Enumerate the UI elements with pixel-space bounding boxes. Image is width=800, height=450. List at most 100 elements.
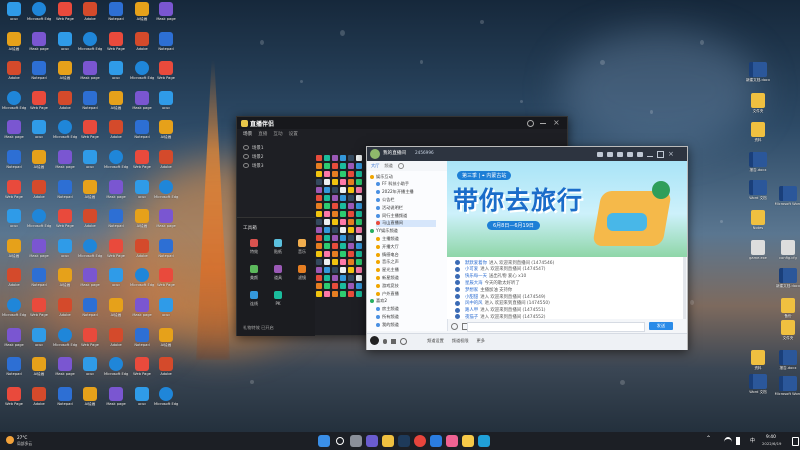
channel-tree-item[interactable]: 我的频道 [376, 321, 399, 328]
channel-tree-item[interactable]: 喜欢2 [370, 298, 387, 305]
desktop-shortcut[interactable]: ucuc [154, 90, 178, 121]
desktop-shortcut[interactable]: Web Page [104, 31, 128, 62]
desktop-shortcut[interactable]: Web Page [53, 209, 77, 239]
desktop-shortcut[interactable]: Notepad [78, 298, 102, 328]
desktop-shortcut[interactable]: Notepad [78, 90, 102, 121]
desktop-shortcut[interactable]: Adobe [27, 179, 51, 210]
headset-icon[interactable] [400, 338, 407, 345]
channel-tree-item[interactable]: YY娱乐频道 [370, 228, 398, 235]
desktop-shortcut[interactable]: ucuc [78, 357, 102, 387]
mic-icon[interactable] [383, 339, 387, 344]
desktop-shortcut[interactable]: Microsoft Edge [154, 179, 178, 210]
desktop-shortcut[interactable]: ucuc [2, 2, 26, 32]
desktop-shortcut[interactable]: ucuc [104, 61, 128, 91]
desktop-shortcut[interactable]: Mask page [53, 150, 77, 180]
tool-button[interactable]: 连线 [243, 289, 265, 311]
minimize-icon[interactable] [540, 123, 546, 124]
desktop-shortcut[interactable]: Word 文档 [742, 374, 774, 408]
channel-tree-item[interactable]: 活动说明栏 [376, 204, 403, 211]
desktop-shortcut[interactable]: Web Page [154, 268, 178, 298]
notification-icon[interactable] [792, 437, 799, 446]
eye-icon[interactable] [243, 154, 249, 159]
channel-tree-item[interactable]: 情感电台 [376, 251, 399, 258]
desktop-shortcut[interactable]: Adobe [104, 120, 128, 150]
desktop-shortcut[interactable]: Notepad [53, 179, 77, 210]
desktop-shortcut[interactable]: Mask page [154, 209, 178, 239]
desktop-shortcut[interactable]: Ai绘画 [104, 90, 128, 121]
tool-button[interactable]: PK [267, 289, 289, 311]
chat-app-icon[interactable] [366, 435, 378, 447]
emoji-icon[interactable] [451, 323, 458, 330]
weather-desc[interactable]: 局部多云 [17, 441, 32, 447]
desktop-shortcut[interactable]: Microsoft Edge [53, 327, 77, 358]
channel-tree-item[interactable]: 户外直播 [376, 290, 399, 297]
desktop-shortcut[interactable]: 新建文档.docx [772, 268, 800, 302]
desktop-shortcut[interactable]: Microsoft Edge [154, 386, 178, 417]
desktop-shortcut[interactable]: Microsoft Edge [78, 238, 102, 269]
channel-tab[interactable]: 大厅 [371, 163, 379, 169]
minimize-icon[interactable] [647, 155, 653, 157]
channel-tree-item[interactable]: 游戏竞技 [376, 282, 399, 289]
channel-tree-item[interactable]: 开播大厅 [376, 243, 399, 250]
desktop-shortcut[interactable]: ucuc [27, 327, 51, 358]
desktop-shortcut[interactable]: Adobe [154, 357, 178, 387]
desktop-shortcut[interactable]: Ai绘画 [154, 327, 178, 358]
desktop-shortcut[interactable]: ucuc [53, 31, 77, 62]
channel-tree-item[interactable]: 主播频道 [376, 235, 399, 242]
tool-button[interactable]: 音乐 [291, 237, 313, 259]
close-icon[interactable]: × [553, 118, 560, 127]
share-icon[interactable] [627, 152, 633, 157]
ime-indicator[interactable]: 中 [750, 437, 755, 444]
menu-tab-0[interactable]: 场景 [243, 131, 252, 137]
explorer-icon[interactable] [382, 435, 394, 447]
desktop-shortcut[interactable]: Microsoft Edge [104, 150, 128, 180]
desktop-shortcut[interactable]: Adobe [53, 90, 77, 121]
yy-icon[interactable] [462, 435, 474, 447]
channel-settings-button[interactable]: 频道设置 [427, 338, 444, 344]
desktop-shortcut[interactable]: Web Page [104, 238, 128, 269]
desktop-shortcut[interactable]: Ai绘画 [154, 120, 178, 150]
desktop-shortcut[interactable]: ucuc [53, 238, 77, 269]
channel-tree-item[interactable]: 音乐之声 [376, 259, 399, 266]
travel-banner[interactable]: 第三季 | ⌖ 内蒙古站 带你去旅行 6月8日—6月19日 [447, 161, 687, 257]
channel-permission-button[interactable]: 频道权限 [452, 338, 469, 344]
desktop-shortcut[interactable]: Web Page [130, 150, 154, 180]
desktop-shortcut[interactable]: Mask page [154, 2, 178, 32]
desktop-shortcut[interactable]: Web Page [53, 2, 77, 32]
desktop-shortcut[interactable]: ucuc [154, 298, 178, 328]
desktop-shortcut[interactable]: Mask page [27, 31, 51, 62]
channel-chat-window[interactable]: 我的直播间 2456996 × 大厅 频道 娱乐互动 FF 科技小助手 2022年开… [366, 146, 688, 350]
desktop-shortcut[interactable]: Adobe [2, 61, 26, 91]
desktop-shortcut[interactable]: Mask page [78, 268, 102, 298]
music-icon[interactable] [446, 435, 458, 447]
channel-tree-item[interactable]: 马山直播间 [376, 219, 436, 227]
desktop-shortcut[interactable]: Adobe [53, 298, 77, 328]
more-icon[interactable] [637, 152, 643, 157]
chat-input[interactable] [467, 322, 645, 332]
start-button[interactable] [318, 435, 330, 447]
desktop-shortcut[interactable]: Notepad [104, 209, 128, 239]
eye-icon[interactable] [243, 163, 249, 168]
desktop-shortcut[interactable]: ucuc [2, 209, 26, 239]
channel-tree-item[interactable]: 房主频道 [376, 306, 399, 313]
clock-time[interactable]: 9:40 [766, 435, 776, 440]
scene-item[interactable]: 场景2 [252, 154, 264, 160]
desktop-shortcut[interactable]: Ai绘画 [27, 150, 51, 180]
desktop-shortcut[interactable]: Microsoft Edge [104, 357, 128, 387]
desktop-shortcut[interactable]: Web Page [2, 179, 26, 210]
channel-tree-item[interactable]: FF 科技小助手 [376, 181, 409, 188]
desktop-shortcut[interactable]: Ai绘画 [53, 61, 77, 91]
tool-button[interactable]: 贴纸 [267, 237, 289, 259]
desktop-shortcut[interactable]: Adobe [154, 150, 178, 180]
desktop-shortcut[interactable]: Ai绘画 [78, 386, 102, 417]
close-icon[interactable]: × [668, 151, 674, 158]
desktop-shortcut[interactable]: Microsoft Word [772, 186, 800, 220]
desktop-shortcut[interactable]: Mask page [104, 386, 128, 417]
settings-icon[interactable] [527, 120, 534, 127]
desktop-shortcut[interactable]: 资料 [742, 122, 774, 156]
desktop-shortcut[interactable]: Ai绘画 [130, 2, 154, 32]
menu-tab-2[interactable]: 互动 [273, 131, 282, 137]
channel-tree-item[interactable]: 新星频道 [376, 274, 399, 281]
desktop-shortcut[interactable]: ucuc [130, 386, 154, 417]
chat-username[interactable]: 夜猫子 [465, 314, 478, 319]
